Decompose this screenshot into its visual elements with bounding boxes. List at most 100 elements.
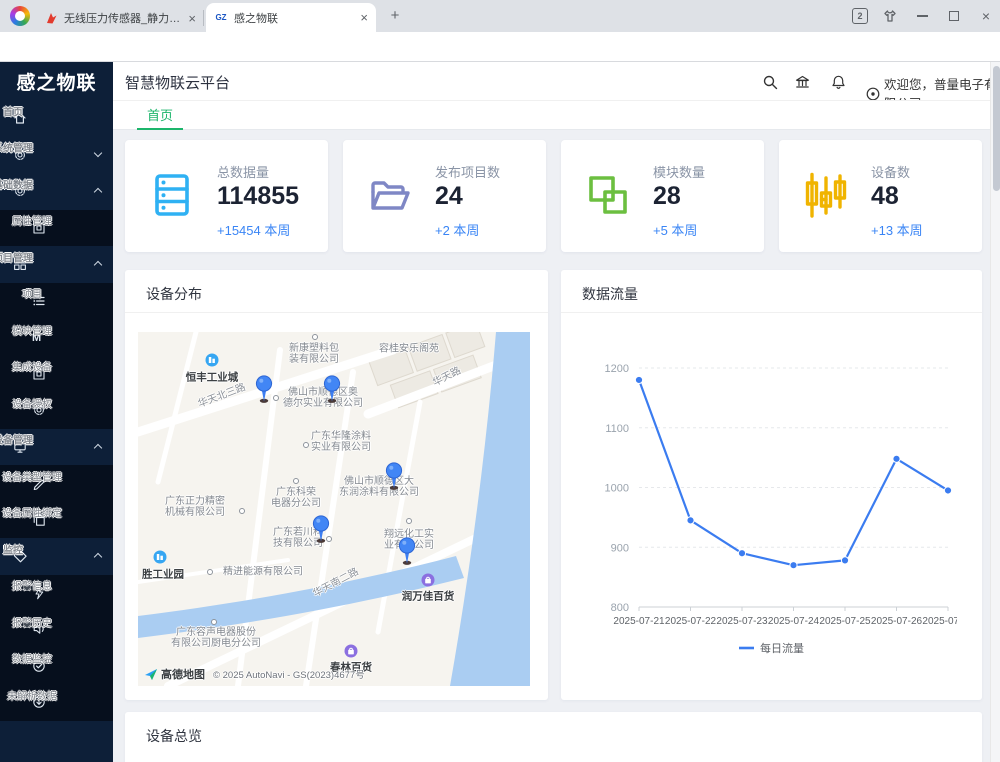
- tab-count-badge[interactable]: 2: [852, 8, 868, 24]
- stat-card: 总数据量114855+15454 本周: [125, 140, 328, 252]
- sidebar-item[interactable]: 首页: [0, 100, 113, 137]
- map-label: 恒丰工业城: [186, 373, 239, 384]
- app-logo: 感之物联: [0, 62, 113, 100]
- browser-tab-1[interactable]: 无线压力传感器_静力水准仪_ ×: [36, 4, 204, 32]
- sidebar-item-label: 报警历史: [12, 618, 52, 629]
- tab-close-icon[interactable]: ×: [188, 11, 196, 26]
- tab-home[interactable]: 首页: [137, 101, 183, 130]
- browser-address-bar: AI http://www.puliangiot.com/dashboard/a…: [0, 32, 1000, 62]
- tab2-favicon-icon: GZ: [214, 11, 228, 25]
- modules-icon: [585, 172, 632, 219]
- browser-logo-icon[interactable]: [10, 6, 30, 26]
- page-tab-strip: 首页: [113, 100, 1000, 130]
- header-search-icon[interactable]: [761, 73, 779, 91]
- map-attribution-bar: 高德地图 © 2025 AutoNavi - GS(2023)4677号: [144, 666, 365, 682]
- daily-flow-line-chart[interactable]: 8009001000110012002025-07-212025-07-2220…: [561, 315, 957, 700]
- sidebar-item[interactable]: 报警历史: [0, 611, 113, 648]
- sidebar: 感之物联 首页系统管理基础数据属性管理项目管理项目 M模块管理集成设备设备授权设备…: [0, 62, 113, 762]
- header-org-icon[interactable]: [793, 73, 811, 91]
- stat-value: 114855: [217, 182, 299, 211]
- sidebar-item[interactable]: 监控: [0, 538, 113, 575]
- sidebar-item[interactable]: 设备类型管理: [0, 465, 113, 502]
- window-close-button[interactable]: ×: [976, 0, 996, 32]
- map-industry-icon: [205, 353, 219, 367]
- sidebar-item[interactable]: 数据监控: [0, 648, 113, 685]
- sidebar-item-label: 监控: [3, 545, 23, 556]
- database-icon: [149, 172, 196, 219]
- map-poi-dot: [211, 619, 217, 625]
- sidebar-item-label: 属性管理: [12, 217, 52, 228]
- sidebar-item-label: 首页: [3, 107, 23, 118]
- window-maximize-button[interactable]: [944, 0, 964, 32]
- panel-title: 设备总览: [146, 726, 202, 746]
- page-scrollbar[interactable]: [990, 62, 1000, 762]
- sidebar-item-label: 设备属性绑定: [2, 509, 62, 520]
- map-label: 佛山市顺德区大 东润涂料有限公司: [339, 476, 419, 498]
- header-bell-icon[interactable]: [829, 73, 847, 91]
- sidebar-item[interactable]: 属性管理: [0, 210, 113, 247]
- app-header: 智慧物联云平台 欢迎您，普量电子有限公司 退出登录: [113, 62, 1000, 100]
- stat-card: 设备数48+13 本周: [779, 140, 982, 252]
- stat-delta: +5 本周: [653, 220, 697, 239]
- tab1-favicon-icon: [44, 11, 58, 25]
- map-label: 精进能源有限公司: [223, 567, 303, 578]
- map-device-pin[interactable]: [255, 375, 274, 403]
- sidebar-item[interactable]: 系统管理: [0, 137, 113, 174]
- map-label: 广东容声电器股份 有限公司厨电分公司: [171, 627, 261, 649]
- stat-value: 24: [435, 182, 463, 211]
- amap-logo-icon: [144, 667, 159, 682]
- map-poi-dot: [239, 508, 245, 514]
- svg-text:2025-07-21: 2025-07-21: [613, 616, 665, 627]
- candles-icon: [803, 172, 850, 219]
- tab-close-icon[interactable]: ×: [360, 10, 368, 25]
- chevron-down-icon: [94, 148, 102, 156]
- folder-icon: [367, 172, 414, 219]
- map-device-pin[interactable]: [323, 375, 342, 403]
- chevron-up-icon: [94, 261, 102, 269]
- map-poi-dot: [273, 395, 279, 401]
- map-device-pin[interactable]: [385, 462, 404, 490]
- stat-delta: +2 本周: [435, 220, 479, 239]
- dashboard-content: 总数据量114855+15454 本周发布项目数24+2 本周模块数量28+5 …: [113, 130, 990, 762]
- sidebar-item[interactable]: M模块管理: [0, 319, 113, 356]
- map-device-pin[interactable]: [398, 537, 417, 565]
- sidebar-item-label: 未解析数据: [7, 691, 57, 702]
- stat-value: 48: [871, 182, 899, 211]
- sidebar-item[interactable]: 项目: [0, 283, 113, 320]
- window-minimize-button[interactable]: [912, 0, 932, 32]
- scrollbar-thumb[interactable]: [993, 66, 1000, 191]
- sidebar-item[interactable]: 设备管理: [0, 429, 113, 466]
- chart-legend-label: 每日流量: [760, 641, 804, 655]
- sidebar-item[interactable]: 项目管理: [0, 246, 113, 283]
- svg-text:1100: 1100: [605, 423, 629, 435]
- sidebar-item[interactable]: 未解析数据: [0, 684, 113, 721]
- map-poi-dot: [207, 569, 213, 575]
- sidebar-item-label: 基础数据: [0, 180, 33, 191]
- sidebar-item[interactable]: 集成设备: [0, 356, 113, 393]
- map-label: 新康塑料包 装有限公司: [289, 343, 339, 365]
- amap-logo-text: 高德地图: [161, 666, 205, 682]
- tab-title: 无线压力传感器_静力水准仪_: [64, 10, 182, 26]
- browser-tab-bar: 无线压力传感器_静力水准仪_ × GZ 感之物联 × + 2 ×: [0, 0, 1000, 32]
- sidebar-item[interactable]: 设备属性绑定: [0, 502, 113, 539]
- sidebar-item-label: 设备管理: [0, 436, 33, 447]
- sidebar-item-label: 项目: [22, 290, 42, 301]
- panel-title: 设备分布: [146, 284, 202, 304]
- new-tab-button[interactable]: +: [386, 7, 404, 25]
- map-poi-dot: [406, 518, 412, 524]
- sidebar-item[interactable]: 设备授权: [0, 392, 113, 429]
- map-label: 容桂安乐阁苑: [379, 344, 439, 355]
- browser-tab-2[interactable]: GZ 感之物联 ×: [206, 3, 376, 32]
- theme-skin-icon[interactable]: [880, 0, 900, 32]
- sidebar-item-label: 报警信息: [12, 582, 52, 593]
- map-mall-icon: [421, 573, 435, 587]
- sidebar-item[interactable]: 基础数据: [0, 173, 113, 210]
- sidebar-item[interactable]: 报警信息: [0, 575, 113, 612]
- svg-text:2025-07-22: 2025-07-22: [665, 616, 717, 627]
- sidebar-item-label: 数据监控: [12, 655, 52, 666]
- stat-label: 模块数量: [653, 162, 705, 181]
- map-device-pin[interactable]: [312, 515, 331, 543]
- chevron-up-icon: [94, 443, 102, 451]
- svg-text:2025-07-26: 2025-07-26: [871, 616, 923, 627]
- amap-canvas[interactable]: 新康塑料包 装有限公司容桂安乐阁苑恒丰工业城华天北三路佛山市顺德区奥 德尔实业有…: [138, 332, 530, 686]
